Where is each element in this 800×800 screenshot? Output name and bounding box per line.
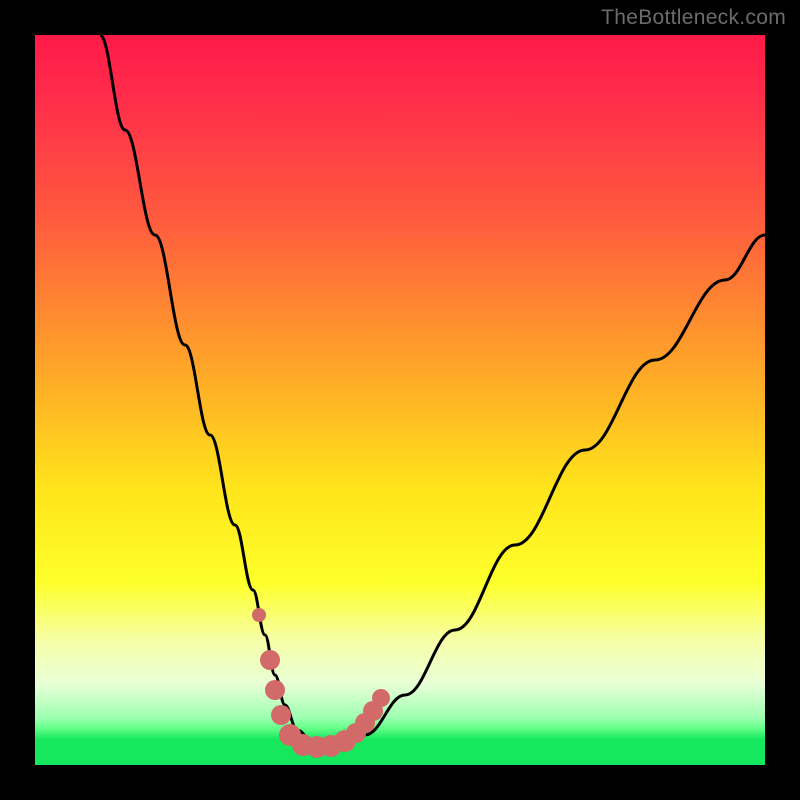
curve-svg <box>35 35 765 765</box>
marker-point <box>260 650 280 670</box>
marker-point <box>265 680 285 700</box>
marker-point <box>372 689 390 707</box>
marker-point <box>271 705 291 725</box>
marker-point <box>252 608 266 622</box>
watermark-text: TheBottleneck.com <box>601 6 786 30</box>
plot-area <box>35 35 765 765</box>
chart-frame: TheBottleneck.com <box>0 0 800 800</box>
bottleneck-curve <box>100 35 765 747</box>
